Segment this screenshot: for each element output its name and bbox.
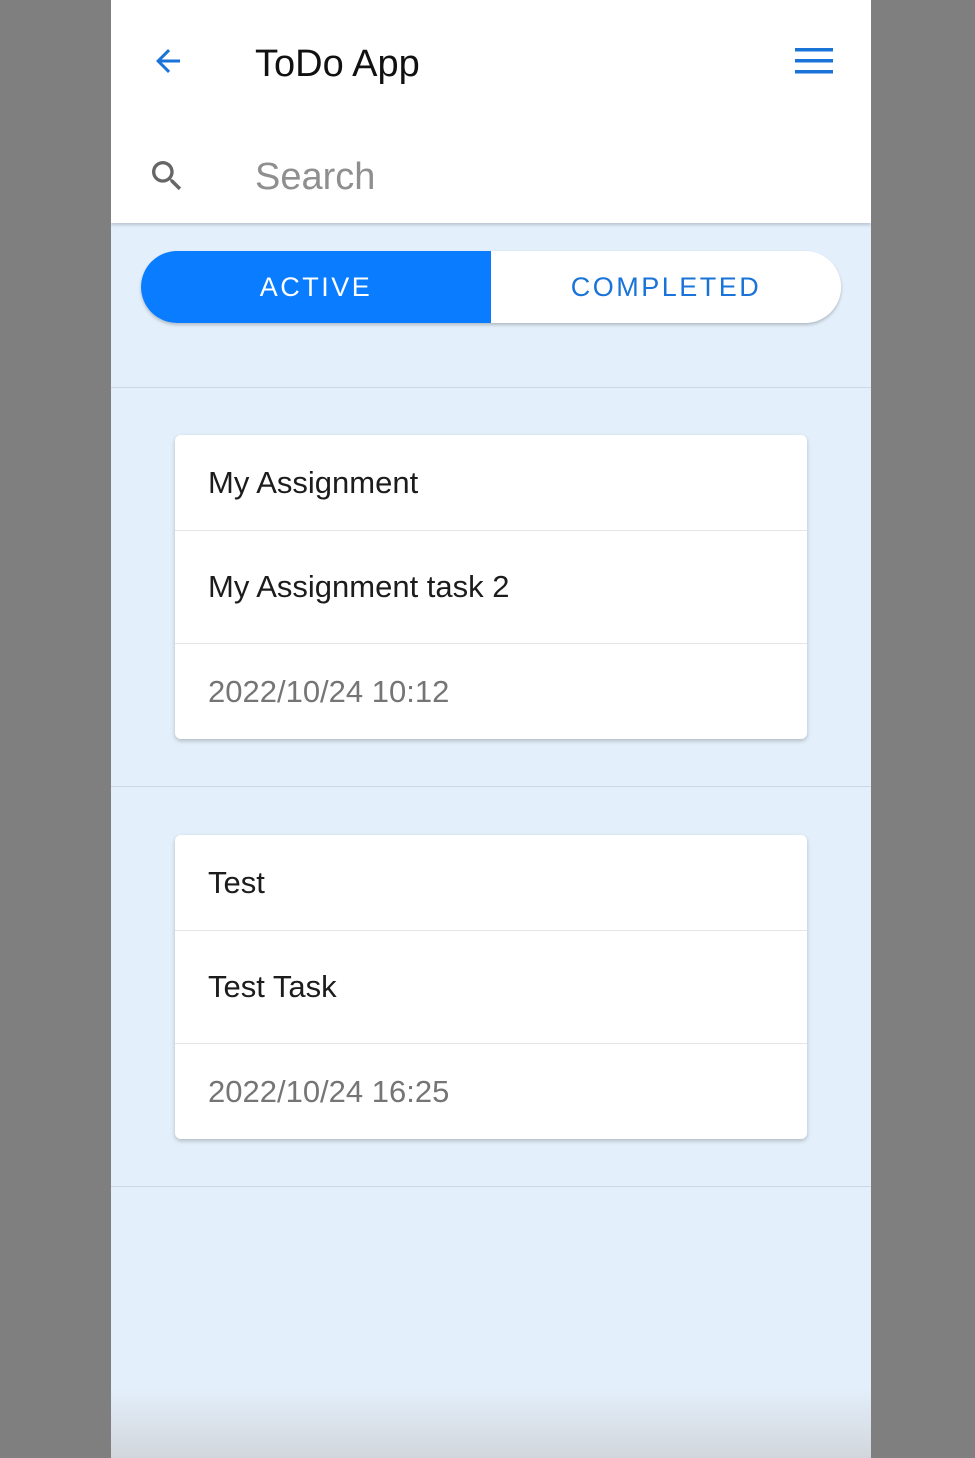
task-title: Test bbox=[175, 835, 807, 931]
tab-completed[interactable]: COMPLETED bbox=[491, 251, 841, 323]
list-divider bbox=[111, 786, 871, 787]
app-header: ToDo App bbox=[111, 0, 871, 223]
task-timestamp: 2022/10/24 16:25 bbox=[208, 1073, 450, 1109]
task-title: My Assignment bbox=[175, 435, 807, 531]
page-title: ToDo App bbox=[255, 43, 420, 85]
back-button[interactable] bbox=[145, 40, 191, 86]
hamburger-menu-icon bbox=[795, 47, 833, 79]
search-icon bbox=[145, 154, 189, 198]
search-bar bbox=[111, 130, 871, 223]
task-card[interactable]: My Assignment My Assignment task 2 2022/… bbox=[175, 435, 807, 739]
search-input[interactable] bbox=[255, 150, 835, 204]
app-screen: ToDo App ACTIVE COMPLETED My Assig bbox=[111, 0, 871, 1458]
status-segmented-control: ACTIVE COMPLETED bbox=[141, 251, 841, 323]
list-divider bbox=[111, 387, 871, 388]
menu-button[interactable] bbox=[791, 42, 837, 84]
task-card[interactable]: Test Test Task 2022/10/24 16:25 bbox=[175, 835, 807, 1139]
task-description: My Assignment task 2 bbox=[175, 531, 807, 644]
list-divider bbox=[111, 1186, 871, 1187]
task-timestamp: 2022/10/24 10:12 bbox=[208, 673, 450, 709]
task-description: Test Task bbox=[175, 931, 807, 1044]
bottom-fade bbox=[111, 1388, 871, 1458]
arrow-left-icon bbox=[150, 43, 186, 84]
tab-active[interactable]: ACTIVE bbox=[141, 251, 491, 323]
